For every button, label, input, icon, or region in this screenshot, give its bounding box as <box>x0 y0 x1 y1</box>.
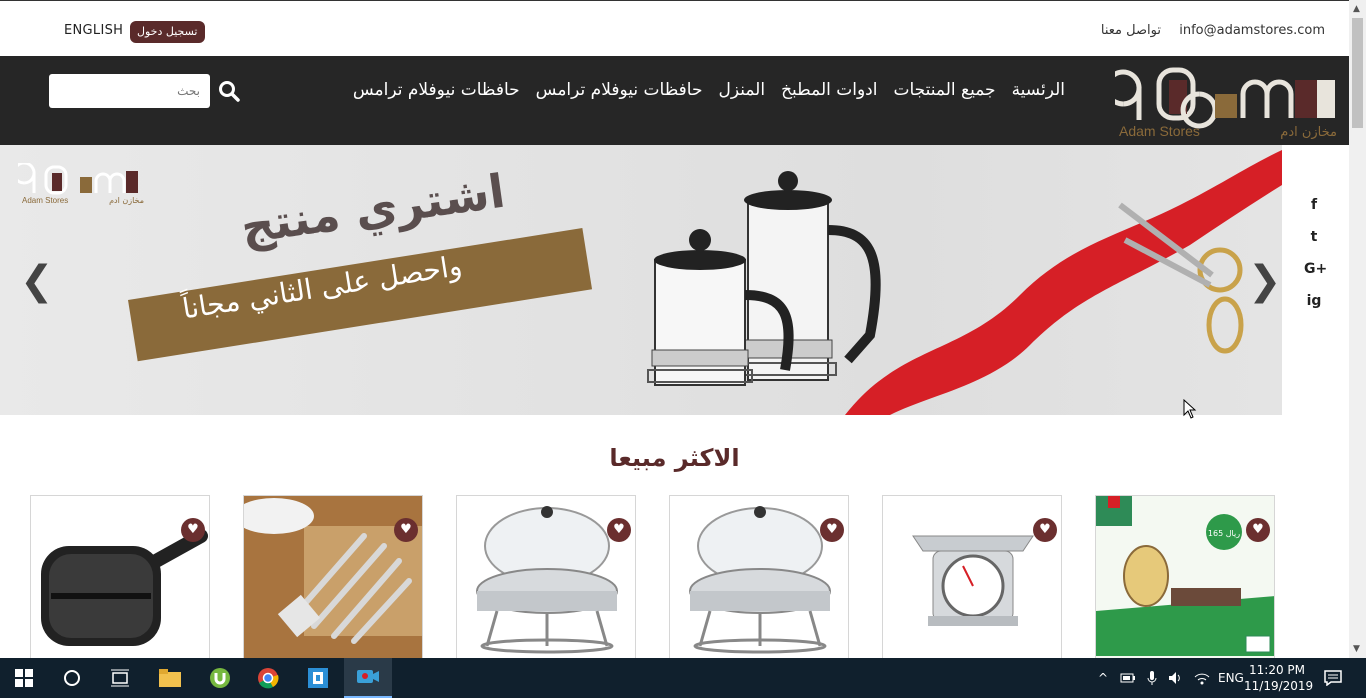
price-badge: 165 ريال <box>1208 529 1240 538</box>
language-link[interactable]: ENGLISH <box>64 23 123 38</box>
instagram-icon[interactable]: ig <box>1304 293 1324 309</box>
nav-menu: الرئسية جميع المنتجات ادوات المطبخ المنز… <box>353 80 1065 100</box>
screen-recorder-icon[interactable] <box>344 658 392 698</box>
nav-item-thermos-2[interactable]: حافظات نيوفلام ترامس <box>353 80 520 100</box>
mouse-cursor-icon <box>1183 399 1197 419</box>
volume-icon[interactable] <box>1168 658 1184 698</box>
google-plus-icon[interactable]: G+ <box>1304 261 1327 277</box>
promo-title: اشتري منتج <box>237 163 509 254</box>
product-card-serving-set[interactable]: 165 ريال ♥ <box>1095 495 1275 658</box>
main-navbar: Adam Stores مخازن ادم الرئسية جميع المنت… <box>0 56 1349 145</box>
logo-name-en: Adam Stores <box>1119 123 1200 139</box>
social-sidebar: f t G+ ig <box>1282 145 1349 415</box>
show-hidden-icons-icon[interactable]: ^ <box>1098 658 1108 698</box>
product-card-chafing-dish-2[interactable]: ♥ <box>669 495 849 658</box>
chafing-dish-image <box>689 506 831 654</box>
product-carousel: ♥ ♥ ♥ ♥ ♥ 165 ريال ♥ <box>30 495 1275 658</box>
input-language[interactable]: ENG <box>1218 658 1244 698</box>
slider-prev-arrow[interactable]: ❮ <box>20 258 54 304</box>
grill-pan-image <box>41 529 208 646</box>
utorrent-icon[interactable] <box>196 658 244 698</box>
twitter-icon[interactable]: t <box>1304 229 1324 245</box>
product-card-utensils[interactable]: ♥ <box>243 495 423 658</box>
product-card-grill-pan[interactable]: ♥ <box>30 495 210 658</box>
nav-item-home[interactable]: الرئسية <box>1012 80 1065 100</box>
scroll-up-icon[interactable]: ▲ <box>1353 4 1360 14</box>
wishlist-heart-icon[interactable]: ♥ <box>607 518 631 542</box>
hero-logo-en: Adam Stores <box>22 196 68 205</box>
scroll-down-icon[interactable]: ▼ <box>1353 644 1360 654</box>
wishlist-heart-icon[interactable]: ♥ <box>820 518 844 542</box>
battery-icon[interactable] <box>1120 658 1136 698</box>
product-card-kitchen-scale[interactable]: ♥ <box>882 495 1062 658</box>
contact-link[interactable]: تواصل معنا <box>1101 23 1161 38</box>
task-view-icon[interactable] <box>96 658 144 698</box>
clock-time: 11:20 PM <box>1249 663 1305 677</box>
web-page: info@adamstores.com تواصل معنا تسجيل دخو… <box>0 0 1349 658</box>
kitchen-scale-image <box>912 535 1034 626</box>
search-icon[interactable] <box>218 80 240 102</box>
facebook-icon[interactable]: f <box>1304 197 1324 213</box>
page-scrollbar[interactable]: ▲ ▼ <box>1349 0 1366 658</box>
notes-app-icon[interactable] <box>294 658 342 698</box>
search-input[interactable] <box>49 74 210 108</box>
login-button[interactable]: تسجيل دخول <box>130 21 205 43</box>
wishlist-heart-icon[interactable]: ♥ <box>1246 518 1270 542</box>
product-card-chafing-dish-1[interactable]: ♥ <box>456 495 636 658</box>
nav-item-home-goods[interactable]: المنزل <box>718 80 765 100</box>
windows-start-icon[interactable] <box>0 658 48 698</box>
nav-item-all-products[interactable]: جميع المنتجات <box>893 80 995 100</box>
french-press-illustration <box>647 150 1282 415</box>
wishlist-heart-icon[interactable]: ♥ <box>1033 518 1057 542</box>
system-clock[interactable]: 11:20 PM 11/19/2019 <box>1244 662 1314 694</box>
chafing-dish-image <box>476 506 618 654</box>
logo-name-ar: مخازن ادم <box>1280 125 1337 140</box>
chrome-icon[interactable] <box>244 658 292 698</box>
best-sellers-title: الاكثر مبيعا <box>609 444 740 472</box>
windows-taskbar: ^ ENG 11:20 PM 11/19/2019 <box>0 658 1366 698</box>
slider-next-arrow[interactable]: ❯ <box>1248 258 1282 304</box>
action-center-icon[interactable] <box>1324 658 1342 698</box>
clock-date: 11/19/2019 <box>1244 679 1314 693</box>
cortana-search-icon[interactable] <box>48 658 96 698</box>
nav-item-kitchen-tools[interactable]: ادوات المطبخ <box>781 80 877 100</box>
hero-slider: Adam Stores مخازن ادم اشتري منتج واحصل ع… <box>0 145 1282 415</box>
wifi-icon[interactable] <box>1194 658 1210 698</box>
email-link[interactable]: info@adamstores.com <box>1179 23 1325 38</box>
wishlist-heart-icon[interactable]: ♥ <box>181 518 205 542</box>
top-bar: info@adamstores.com تواصل معنا تسجيل دخو… <box>0 0 1349 56</box>
hero-logo-ar: مخازن ادم <box>109 196 144 205</box>
file-explorer-icon[interactable] <box>146 658 194 698</box>
microphone-icon[interactable] <box>1146 658 1158 698</box>
utensils-image <box>244 496 422 658</box>
scroll-thumb[interactable] <box>1352 18 1363 128</box>
hero-logo: Adam Stores مخازن ادم <box>18 163 144 205</box>
serving-set-image: 165 ريال <box>1096 496 1274 658</box>
site-logo[interactable]: Adam Stores مخازن ادم <box>1115 64 1341 140</box>
nav-item-thermos-1[interactable]: حافظات نيوفلام ترامس <box>536 80 703 100</box>
wishlist-heart-icon[interactable]: ♥ <box>394 518 418 542</box>
